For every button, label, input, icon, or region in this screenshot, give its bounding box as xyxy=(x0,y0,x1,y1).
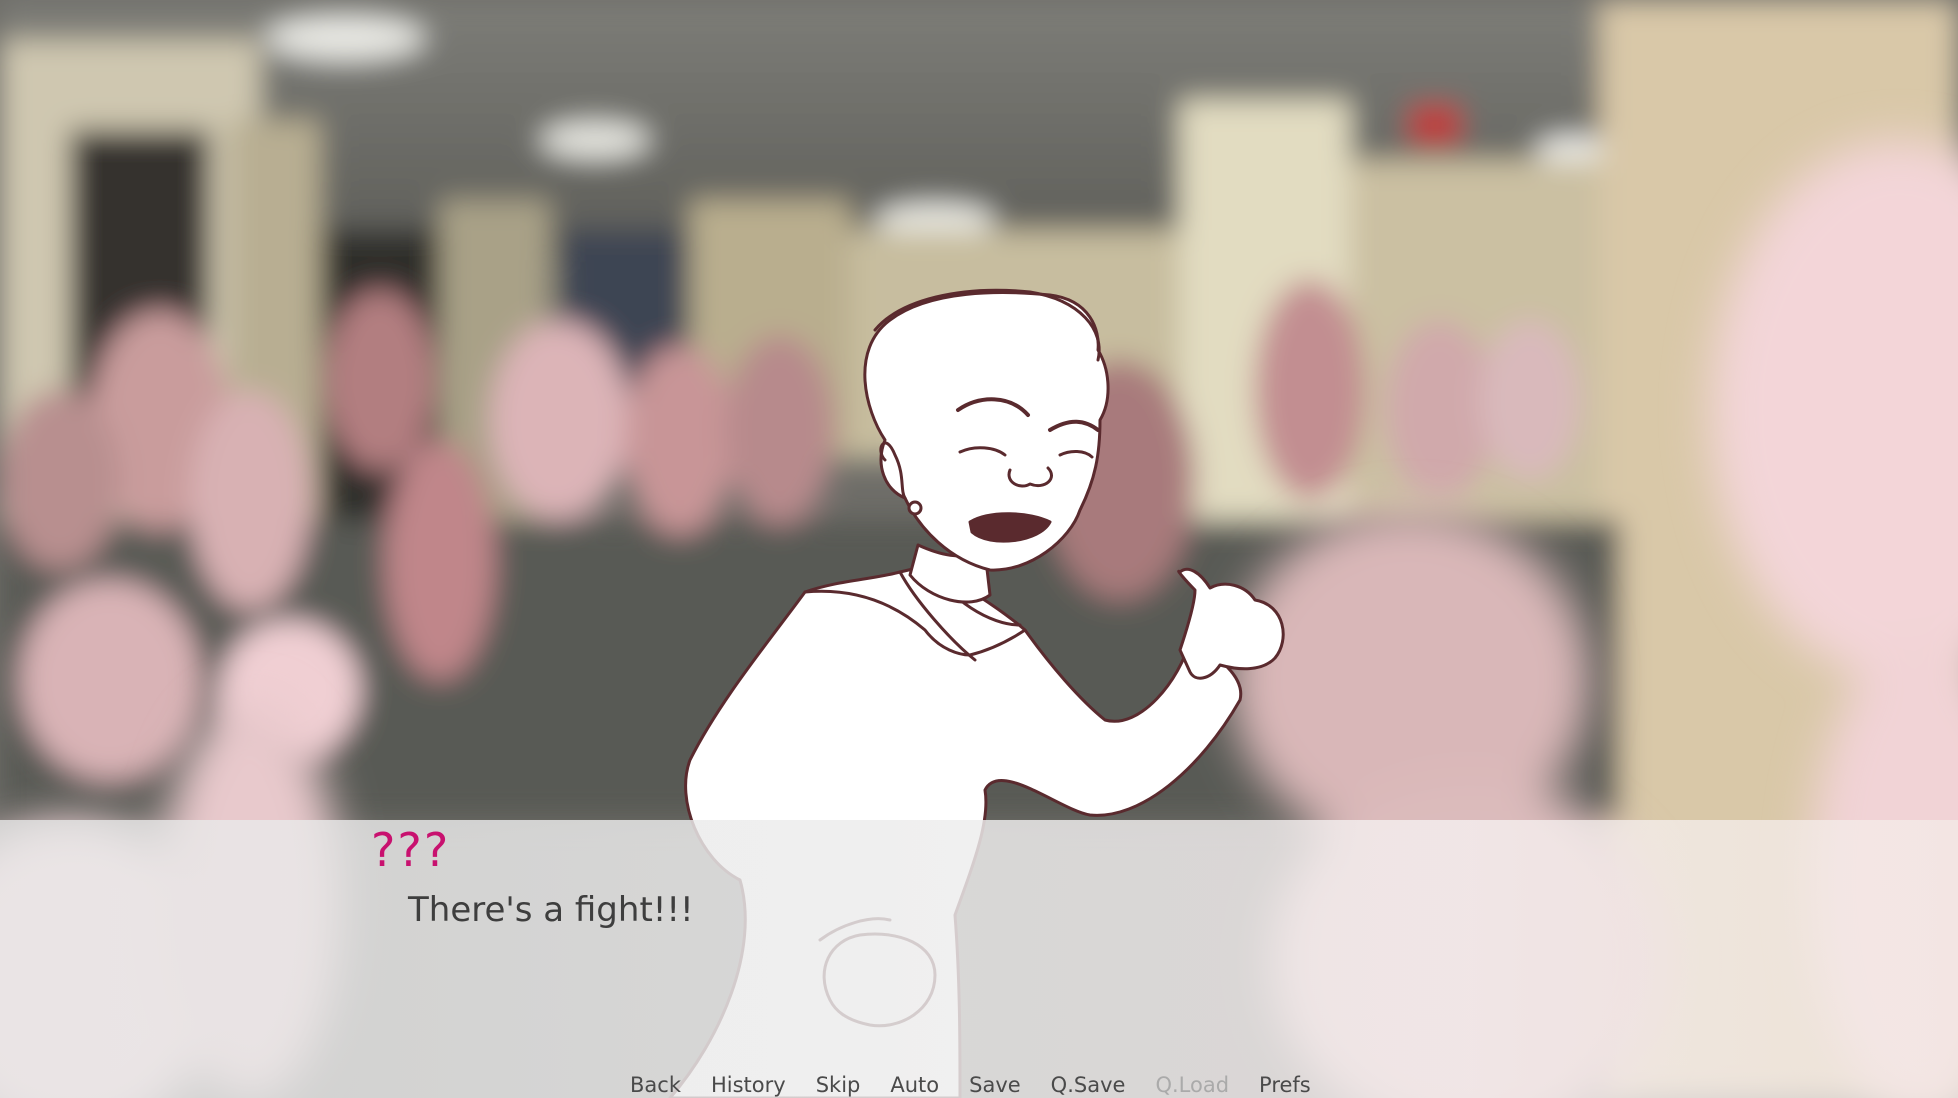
quick-load-button: Q.Load xyxy=(1155,1073,1230,1097)
prefs-button[interactable]: Prefs xyxy=(1244,1072,1326,1098)
dialogue-text: There's a fight!!! xyxy=(408,890,694,930)
quick-menu: Back History Skip Auto Save Q.Save Q.Loa… xyxy=(0,1072,1958,1098)
dialogue-box[interactable] xyxy=(0,820,1958,1098)
speaker-name: ??? xyxy=(371,823,451,877)
auto-button[interactable]: Auto xyxy=(875,1072,954,1098)
save-button[interactable]: Save xyxy=(954,1072,1036,1098)
history-button[interactable]: History xyxy=(696,1072,801,1098)
back-button[interactable]: Back xyxy=(615,1072,696,1098)
skip-button[interactable]: Skip xyxy=(801,1072,876,1098)
quick-save-button[interactable]: Q.Save xyxy=(1036,1072,1141,1098)
